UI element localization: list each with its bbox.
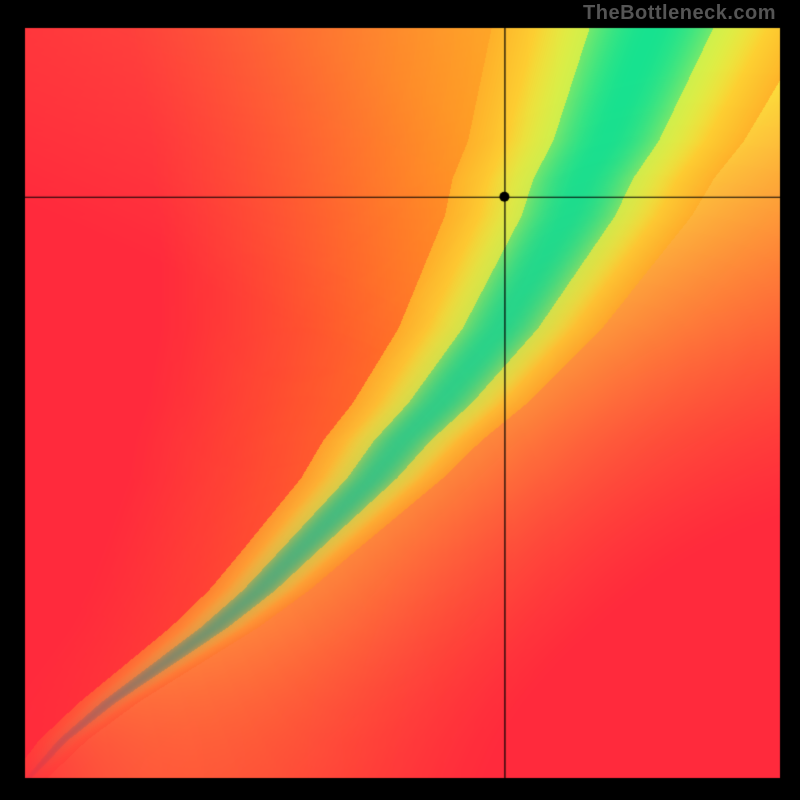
bottleneck-heatmap [0,0,800,800]
chart-container: TheBottleneck.com [0,0,800,800]
watermark-text: TheBottleneck.com [583,2,776,25]
